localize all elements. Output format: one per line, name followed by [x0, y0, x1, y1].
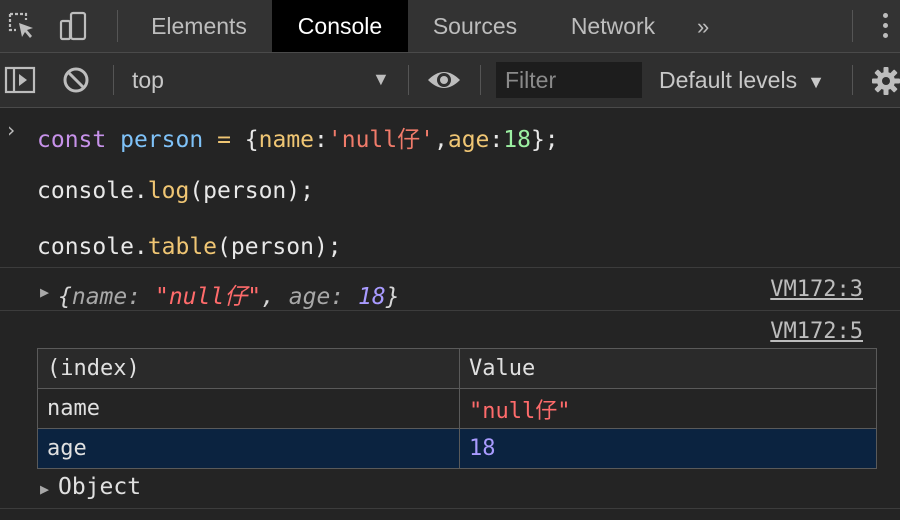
sidebar-toggle-icon[interactable]	[4, 65, 36, 95]
source-link-table[interactable]: VM172:5	[770, 319, 863, 344]
tab-sources[interactable]: Sources	[414, 0, 536, 52]
devtools-tab-bar: Elements Console Sources Network »	[0, 0, 900, 53]
toolbar-separator	[852, 65, 853, 95]
tab-console[interactable]: Console	[272, 0, 408, 52]
chevron-right-icon: ›	[5, 118, 18, 142]
code-line-declaration: const person = {name:'null仔',age:18};	[37, 120, 559, 154]
object-separator: ,	[261, 284, 289, 310]
context-dropdown-arrow[interactable]: ▼	[372, 69, 390, 90]
console-toolbar: top ▼ Default levels ▼	[0, 53, 900, 108]
object-brace: }	[385, 284, 400, 310]
log-object-preview[interactable]: {name: "null仔", age: 18}	[58, 277, 400, 311]
code-brace: {	[244, 127, 259, 153]
table-cell-value: 18	[459, 428, 877, 469]
table-cell-value: "null仔"	[459, 388, 877, 429]
inspect-element-icon[interactable]	[6, 10, 38, 42]
console-output[interactable]: › const person = {name:'null仔',age:18}; …	[0, 108, 900, 520]
tabbar-separator	[117, 10, 118, 42]
code-property: name	[258, 127, 315, 153]
object-key: age:	[288, 284, 345, 310]
toolbar-separator	[408, 65, 409, 95]
code-keyword: const	[37, 127, 107, 153]
table-cell-index: age	[37, 428, 460, 469]
code-variable: person	[120, 127, 204, 153]
table-row[interactable]: age 18	[37, 428, 877, 469]
expand-triangle-icon[interactable]: ▶	[40, 480, 49, 498]
message-divider	[0, 508, 900, 509]
context-selector[interactable]: top	[132, 67, 164, 94]
table-cell-index: name	[37, 388, 460, 429]
code-line-log: console.log(person);	[37, 178, 314, 204]
column-header-index[interactable]: (index)	[37, 348, 460, 389]
tab-network[interactable]: Network	[552, 0, 674, 52]
code-string: 'null仔'	[327, 127, 434, 153]
toolbar-separator	[480, 65, 481, 95]
tab-elements[interactable]: Elements	[131, 0, 267, 52]
code-operator: =	[217, 127, 231, 153]
code-function: log	[147, 178, 190, 204]
object-expander[interactable]: Object	[58, 474, 141, 500]
object-brace: {	[58, 284, 72, 310]
table-header-row: (index) Value	[37, 348, 877, 389]
code-colon: :	[489, 127, 504, 153]
message-divider	[0, 267, 900, 268]
code-comma: ,	[433, 127, 448, 153]
column-header-value[interactable]: Value	[459, 348, 877, 389]
object-string-value: "null仔"	[154, 284, 262, 310]
tabbar-separator-right	[852, 10, 853, 42]
console-table: (index) Value name "null仔" age 18	[37, 348, 877, 469]
toolbar-separator	[113, 65, 114, 95]
code-function: table	[147, 234, 218, 260]
code-args: (person);	[189, 178, 314, 204]
log-levels-label: Default levels	[659, 67, 798, 93]
kebab-menu-icon[interactable]	[883, 13, 889, 41]
filter-input[interactable]	[496, 62, 642, 98]
log-levels-dropdown[interactable]: Default levels ▼	[659, 67, 825, 94]
more-tabs-button[interactable]: »	[697, 14, 709, 40]
object-key: name:	[71, 284, 142, 310]
code-property: age	[447, 127, 490, 153]
gear-icon[interactable]	[871, 66, 900, 96]
chevron-down-icon: ▼	[807, 72, 825, 92]
expand-triangle-icon[interactable]: ▶	[40, 283, 49, 301]
clear-console-icon[interactable]	[61, 65, 91, 95]
object-number-value: 18	[358, 284, 386, 310]
source-link-log[interactable]: VM172:3	[770, 277, 863, 302]
code-object: console.	[37, 234, 148, 260]
code-line-table: console.table(person);	[37, 234, 342, 260]
code-args: (person);	[217, 234, 342, 260]
message-divider	[0, 310, 900, 311]
eye-icon[interactable]	[426, 67, 462, 93]
code-colon: :	[314, 127, 328, 153]
device-toolbar-icon[interactable]	[58, 10, 90, 42]
code-brace: };	[530, 127, 559, 153]
code-object: console.	[37, 178, 148, 204]
table-row[interactable]: name "null仔"	[37, 388, 877, 429]
code-number: 18	[503, 127, 531, 153]
